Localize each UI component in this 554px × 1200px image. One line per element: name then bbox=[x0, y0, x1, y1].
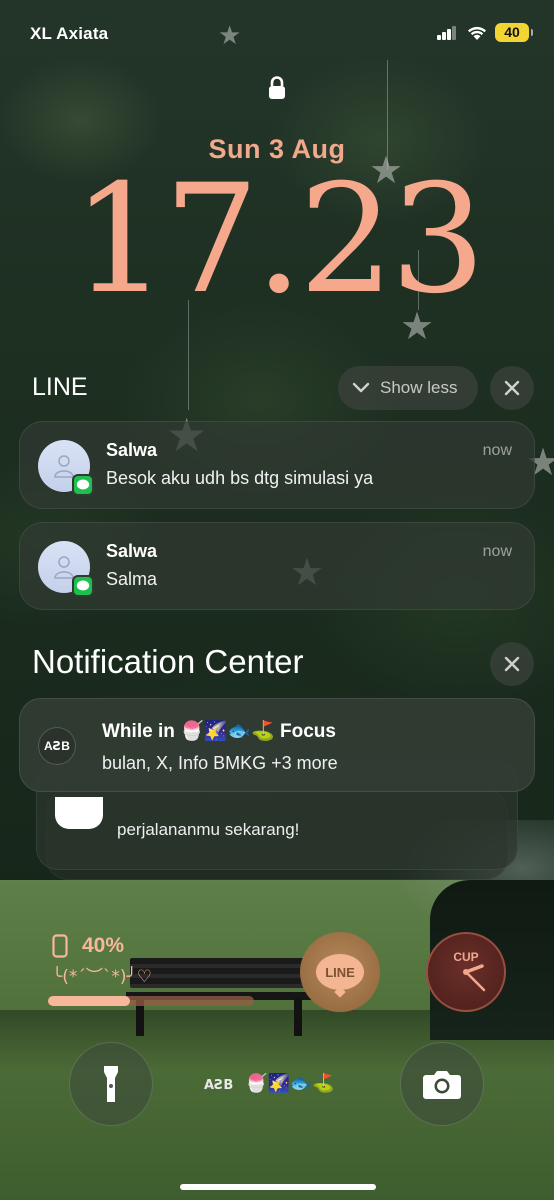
notification-group-title: LINE bbox=[32, 373, 88, 401]
close-icon bbox=[504, 656, 520, 672]
notification-sender: Salwa bbox=[106, 440, 158, 460]
line-widget-label: LINE bbox=[316, 954, 364, 990]
focus-summary-body: bulan, X, Info BMKG +3 more bbox=[102, 753, 338, 773]
lock-icon bbox=[269, 76, 285, 99]
notification-card[interactable]: Salwa Besok aku udh bs dtg simulasi ya n… bbox=[19, 421, 535, 509]
focus-summary-title: While in 🍧🌠🐟⛳ Focus bbox=[102, 719, 336, 743]
wifi-icon bbox=[468, 26, 486, 40]
focus-title-prefix: While in bbox=[102, 721, 175, 742]
line-app-icon bbox=[72, 575, 94, 597]
person-icon bbox=[54, 556, 74, 579]
chevron-down-icon bbox=[352, 382, 370, 393]
battery-percent: 40% bbox=[82, 934, 125, 957]
show-less-label: Show less bbox=[380, 378, 458, 397]
battery-progress-track bbox=[48, 996, 254, 1006]
phone-icon bbox=[52, 934, 68, 958]
camera-icon bbox=[423, 1071, 461, 1099]
focus-indicator-emojis: 🍧🌠🐟⛳ bbox=[245, 1073, 335, 1094]
stacked-notification-text: perjalananmu sekarang! bbox=[117, 820, 300, 839]
notification-time: now bbox=[482, 442, 512, 459]
close-icon bbox=[504, 380, 520, 396]
focus-emojis: 🍧🌠🐟⛳ bbox=[180, 720, 275, 742]
cellular-signal-icon bbox=[437, 26, 457, 40]
clear-group-button[interactable] bbox=[490, 366, 534, 410]
battery-indicator: 40 bbox=[495, 23, 533, 42]
notification-message: Salma bbox=[106, 569, 158, 589]
flashlight-icon bbox=[104, 1066, 118, 1102]
focus-summary-card[interactable]: AꙄB While in 🍧🌠🐟⛳ Focus bulan, X, Info B… bbox=[19, 698, 535, 792]
battery-widget[interactable]: 40% ╰(*´︶`*)╯♡ bbox=[48, 932, 258, 1012]
line-widget[interactable]: LINE bbox=[300, 932, 380, 1012]
line-app-icon bbox=[72, 474, 94, 496]
notification-sender: Salwa bbox=[106, 541, 158, 561]
person-icon bbox=[54, 455, 74, 478]
battery-progress-fill bbox=[48, 996, 131, 1006]
lock-time[interactable]: 17.23 bbox=[0, 160, 554, 320]
focus-mode-icon: AꙄB bbox=[38, 727, 76, 765]
clock-widget[interactable]: CUP bbox=[426, 932, 506, 1012]
flashlight-button[interactable] bbox=[69, 1042, 153, 1126]
home-indicator[interactable] bbox=[180, 1184, 376, 1190]
show-less-button[interactable]: Show less bbox=[338, 366, 478, 410]
focus-title-suffix: Focus bbox=[280, 721, 336, 742]
notification-time: now bbox=[482, 543, 512, 560]
status-bar: XL Axiata 40 bbox=[0, 0, 554, 60]
notification-message: Besok aku udh bs dtg simulasi ya bbox=[106, 468, 374, 488]
focus-indicator[interactable]: AꙄB 🍧🌠🐟⛳ bbox=[204, 1073, 335, 1094]
notification-card[interactable]: Salwa Salma now bbox=[19, 522, 535, 610]
app-icon bbox=[55, 797, 103, 829]
clock-hands-icon bbox=[463, 964, 486, 992]
focus-indicator-icon: AꙄB bbox=[204, 1078, 234, 1093]
camera-button[interactable] bbox=[400, 1042, 484, 1126]
notification-center-title: Notification Center bbox=[32, 643, 304, 680]
carrier-name: XL Axiata bbox=[30, 24, 109, 43]
clear-notification-center-button[interactable] bbox=[490, 642, 534, 686]
battery-kaomoji: ╰(*´︶`*)╯♡ bbox=[52, 967, 152, 987]
